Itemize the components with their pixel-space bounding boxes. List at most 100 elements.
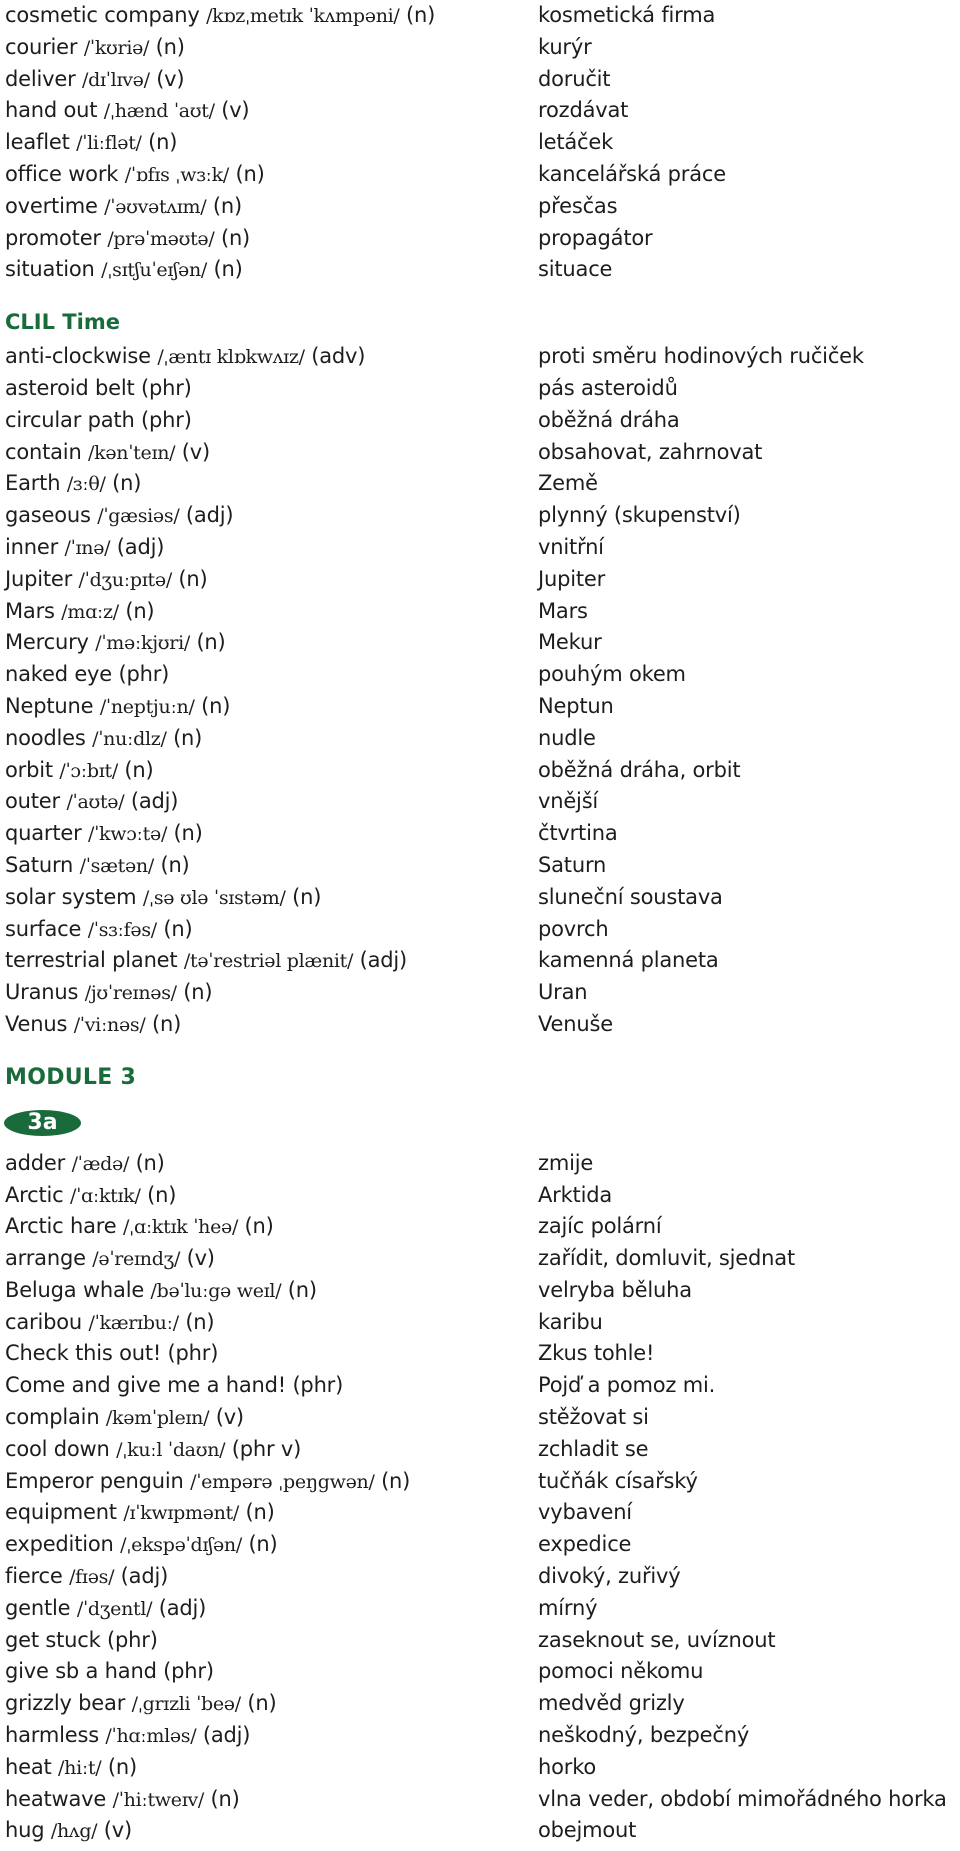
english-term: expedition /ˌekspəˈdɪʃən/ (n) xyxy=(5,1529,278,1562)
phonetic-transcription: /ˈnuːdlz/ xyxy=(92,727,167,750)
vocabulary-row: promoter /prəˈməʊtə/ (n) propagátor xyxy=(0,223,960,255)
phonetic-transcription: /kəmˈpleɪn/ xyxy=(105,1407,210,1430)
czech-translation: Mars xyxy=(538,598,588,623)
part-of-speech: (adj) xyxy=(130,789,179,814)
vocabulary-row: Uranus /jʊˈreɪnəs/ (n) Uran xyxy=(0,977,960,1009)
vocabulary-row: equipment /ɪˈkwɪpmənt/ (n) vybavení xyxy=(0,1497,960,1529)
phonetic-transcription: /ˈɑːktɪk/ xyxy=(69,1184,141,1207)
headword: leaflet xyxy=(5,130,70,155)
english-term: noodles /ˈnuːdlz/ (n) xyxy=(5,723,202,756)
vocabulary-page: cosmetic company /kɒzˌmetɪk ˈkʌmpəni/ (n… xyxy=(0,0,960,1847)
czech-translation: karibu xyxy=(538,1309,603,1334)
english-term: Come and give me a hand! (phr) xyxy=(5,1370,343,1402)
vocabulary-row: surface /ˈsɜːfəs/ (n) povrch xyxy=(0,914,960,946)
english-term: courier /ˈkʊriə/ (n) xyxy=(5,32,185,65)
headword: Jupiter xyxy=(5,566,73,591)
vocabulary-row: circular path (phr) oběžná dráha xyxy=(0,405,960,437)
headword: overtime xyxy=(5,193,98,218)
headword: Beluga whale xyxy=(5,1277,145,1302)
czech-translation: Země xyxy=(538,471,598,496)
phonetic-transcription: /ˌekspəˈdɪʃən/ xyxy=(120,1534,242,1557)
part-of-speech: (n) xyxy=(163,916,193,941)
english-term: complain /kəmˈpleɪn/ (v) xyxy=(5,1402,244,1435)
english-term: Jupiter /ˈdʒuːpɪtə/ (n) xyxy=(5,564,208,597)
phonetic-transcription: /ˌhænd ˈaʊt/ xyxy=(103,100,215,123)
english-term: naked eye (phr) xyxy=(5,659,169,691)
part-of-speech: (adj) xyxy=(185,503,234,528)
czech-translation: proti směru hodinových ručiček xyxy=(538,344,864,369)
headword: arrange xyxy=(5,1246,86,1271)
part-of-speech: (adj) xyxy=(202,1723,251,1748)
vocabulary-row: grizzly bear /ˌgrɪzli ˈbeə/ (n) medvěd gr… xyxy=(0,1688,960,1720)
part-of-speech: (n) xyxy=(244,1214,274,1239)
part-of-speech: (n) xyxy=(107,1754,137,1779)
english-term: Beluga whale /bəˈluːgə weɪl/ (n) xyxy=(5,1275,317,1308)
english-term: leaflet /ˈliːflət/ (n) xyxy=(5,127,177,160)
headword: Arctic hare xyxy=(5,1214,117,1239)
czech-translation: pouhým okem xyxy=(538,662,686,687)
phonetic-transcription: /ˈhɑːmləs/ xyxy=(105,1725,197,1748)
headword: Neptune xyxy=(5,693,94,718)
vocabulary-row: deliver /dɪˈlɪvə/ (v) doručit xyxy=(0,64,960,96)
vocabulary-row: office work /ˈɒfɪs ˌwɜːk/ (n) kancelářská… xyxy=(0,159,960,191)
vocabulary-row: adder /ˈædə/ (n) zmije xyxy=(0,1148,960,1180)
czech-translation: expedice xyxy=(538,1532,632,1557)
vocabulary-row: Check this out! (phr) Zkus tohle! xyxy=(0,1338,960,1370)
headword: hand out xyxy=(5,98,98,123)
section-heading-clil: CLIL Time xyxy=(5,310,120,335)
vocabulary-row: naked eye (phr) pouhým okem xyxy=(0,659,960,691)
czech-translation: tučňák císařský xyxy=(538,1468,698,1493)
vocabulary-row: terrestrial planet /təˈrestriəl plænit/ … xyxy=(0,945,960,977)
english-term: give sb a hand (phr) xyxy=(5,1656,214,1688)
phonetic-transcription: /ˈaʊtə/ xyxy=(66,791,125,814)
phonetic-transcription: /ˈkʊriə/ xyxy=(83,36,150,59)
english-term: harmless /ˈhɑːmləs/ (adj) xyxy=(5,1720,250,1753)
phonetic-transcription: /fɪəs/ xyxy=(69,1566,115,1589)
czech-translation: Saturn xyxy=(538,852,607,877)
vocabulary-row: Jupiter /ˈdʒuːpɪtə/ (n) Jupiter xyxy=(0,564,960,596)
headword: cool down xyxy=(5,1436,110,1461)
vocabulary-row: Arctic hare /ˌɑːktɪk ˈheə/ (n) zajíc polá… xyxy=(0,1211,960,1243)
english-term: Mars /mɑːz/ (n) xyxy=(5,596,155,629)
vocabulary-row: caribou /ˈkærɪbuː/ (n) karibu xyxy=(0,1307,960,1339)
phonetic-transcription: /ˈkærɪbuː/ xyxy=(88,1311,179,1334)
headword: equipment xyxy=(5,1500,117,1525)
part-of-speech: (v) xyxy=(221,98,250,123)
part-of-speech: (n) xyxy=(210,1786,240,1811)
part-of-speech: (n) xyxy=(196,630,226,655)
vocabulary-row: asteroid belt (phr) pás asteroidů xyxy=(0,373,960,405)
english-term: equipment /ɪˈkwɪpmənt/ (n) xyxy=(5,1497,275,1530)
czech-translation: medvěd grizly xyxy=(538,1691,685,1716)
czech-translation: velryba běluha xyxy=(538,1277,692,1302)
headword: anti-clockwise xyxy=(5,344,151,369)
czech-translation: sluneční soustava xyxy=(538,884,723,909)
headword: office work xyxy=(5,161,119,186)
vocabulary-row: arrange /əˈreɪndʒ/ (v) zařídit, domluvit,… xyxy=(0,1243,960,1275)
czech-translation: letáček xyxy=(538,130,614,155)
czech-translation: kosmetická firma xyxy=(538,3,716,27)
phonetic-transcription: /ˈdʒentl/ xyxy=(76,1597,153,1620)
headword: give sb a hand (phr) xyxy=(5,1659,214,1684)
part-of-speech: (n) xyxy=(235,161,265,186)
headword: expedition xyxy=(5,1532,114,1557)
phonetic-transcription: /ˌgrɪzli ˈbeə/ xyxy=(131,1693,242,1716)
phonetic-transcription: /ˈliːflət/ xyxy=(76,132,142,155)
vocabulary-row: Come and give me a hand! (phr) Pojď a pom… xyxy=(0,1370,960,1402)
phonetic-transcription: /əˈreɪndʒ/ xyxy=(92,1248,181,1271)
phonetic-transcription: /ˌɑːktɪk ˈheə/ xyxy=(122,1216,239,1239)
part-of-speech: (n) xyxy=(220,225,251,250)
phonetic-transcription: /dɪˈlɪvə/ xyxy=(82,68,150,91)
phonetic-transcription: /bəˈluːgə weɪl/ xyxy=(150,1279,282,1302)
phonetic-transcription: /ˈhiːtweɪv/ xyxy=(112,1788,205,1811)
english-term: overtime /ˈəʊvətʌɪm/ (n) xyxy=(5,191,242,224)
headword: harmless xyxy=(5,1723,99,1748)
vocabulary-row: orbit /ˈɔːbɪt/ (n) oběžná dráha, orbit xyxy=(0,755,960,787)
czech-translation: čtvrtina xyxy=(538,821,618,846)
part-of-speech: (n) xyxy=(287,1277,317,1302)
phonetic-transcription: /ˈsɜːfəs/ xyxy=(87,918,157,941)
part-of-speech: (n) xyxy=(247,1691,277,1716)
headword: courier xyxy=(5,34,78,59)
english-term: Saturn /ˈsætən/ (n) xyxy=(5,850,190,883)
part-of-speech: (n) xyxy=(160,852,190,877)
czech-translation: kurýr xyxy=(538,34,592,59)
